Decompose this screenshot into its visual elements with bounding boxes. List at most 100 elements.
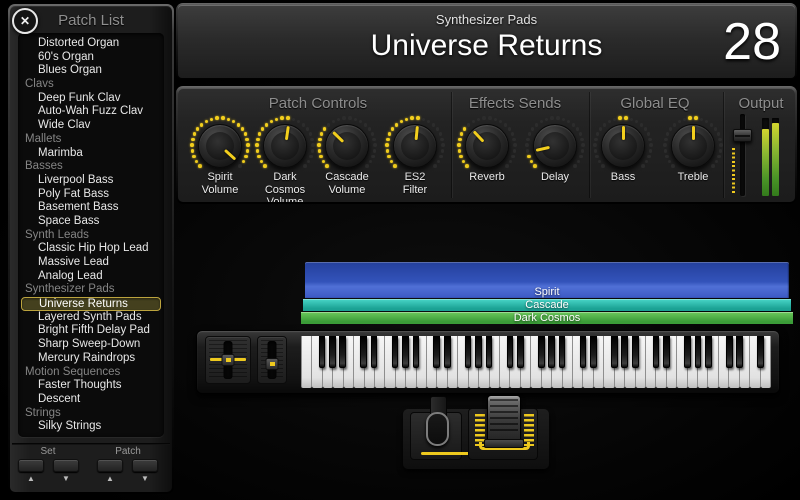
black-key[interactable] [538, 336, 545, 368]
patch-list-category[interactable]: Strings [18, 407, 164, 421]
patch-down-arrow-icon: ▼ [132, 474, 158, 483]
knob-cascade-volume[interactable]: CascadeVolume [314, 113, 380, 196]
black-key[interactable] [402, 336, 409, 368]
black-key[interactable] [371, 336, 378, 368]
layer-label: Dark Cosmos [301, 312, 793, 324]
layer-bar-cascade: Cascade [303, 299, 791, 311]
patch-list-item[interactable]: Massive Lead [18, 256, 164, 270]
black-key[interactable] [684, 336, 691, 368]
patch-list-item[interactable]: Classic Hip Hop Lead [18, 242, 164, 256]
black-key[interactable] [757, 336, 764, 368]
patch-down-button[interactable] [132, 459, 158, 472]
patch-list-item[interactable]: Mercury Raindrops [18, 352, 164, 366]
black-key[interactable] [360, 336, 367, 368]
black-key[interactable] [392, 336, 399, 368]
section-title-global-eq: Global EQ [575, 95, 735, 112]
pitch-thumb[interactable] [222, 354, 235, 366]
meter-fill [762, 129, 769, 196]
set-up-button[interactable] [18, 459, 44, 472]
mainstage-layout: ✕ Patch List Distorted Organ60's OrganBl… [0, 0, 800, 500]
black-key[interactable] [548, 336, 555, 368]
black-key[interactable] [632, 336, 639, 368]
black-key[interactable] [705, 336, 712, 368]
knob-es2-filter[interactable]: ES2Filter [382, 113, 448, 196]
black-key[interactable] [329, 336, 336, 368]
patch-list-item[interactable]: Deep Funk Clav [18, 92, 164, 106]
mod-thumb[interactable] [266, 358, 279, 370]
expression-treadle[interactable] [487, 395, 521, 441]
patch-list-item[interactable]: Space Bass [18, 215, 164, 229]
black-key[interactable] [736, 336, 743, 368]
knob-delay[interactable]: Delay [522, 113, 588, 184]
black-key[interactable] [413, 336, 420, 368]
page-title: Universe Returns [178, 29, 795, 63]
footer-divider [12, 443, 170, 445]
knob-reverb[interactable]: Reverb [454, 113, 520, 184]
patch-list-item[interactable]: 60's Organ [18, 51, 164, 65]
section-title-output: Output [729, 95, 793, 112]
patch-list-category[interactable]: Synthesizer Pads [18, 283, 164, 297]
black-key[interactable] [507, 336, 514, 368]
patch-list-item[interactable]: Poly Fat Bass [18, 188, 164, 202]
black-key[interactable] [590, 336, 597, 368]
patch-list-category[interactable]: Motion Sequences [18, 366, 164, 380]
layer-label: Cascade [303, 299, 791, 311]
black-key[interactable] [653, 336, 660, 368]
patch-list-category[interactable]: Clavs [18, 78, 164, 92]
patch-list-item[interactable]: Distorted Organ [18, 37, 164, 51]
black-key[interactable] [486, 336, 493, 368]
patch-list-item[interactable]: Silky Strings [18, 420, 164, 434]
black-key[interactable] [517, 336, 524, 368]
output-fader-track[interactable] [740, 114, 745, 196]
black-key[interactable] [663, 336, 670, 368]
knob-spirit-volume[interactable]: SpiritVolume [187, 113, 253, 196]
patch-up-arrow-icon: ▲ [97, 474, 123, 483]
black-key[interactable] [611, 336, 618, 368]
patch-list-item[interactable]: Descent [18, 393, 164, 407]
pitch-bend-control[interactable] [205, 336, 251, 384]
patch-list-item[interactable]: Layered Synth Pads [18, 311, 164, 325]
output-fader-cap[interactable] [733, 129, 752, 142]
close-button[interactable]: ✕ [12, 8, 38, 34]
mod-wheel-control[interactable] [257, 336, 287, 384]
black-key[interactable] [475, 336, 482, 368]
section-divider [451, 92, 452, 198]
knob-bass[interactable]: Bass [590, 113, 656, 184]
sustain-pedal-foot[interactable] [426, 412, 449, 446]
black-key[interactable] [444, 336, 451, 368]
black-key[interactable] [726, 336, 733, 368]
patch-list-item[interactable]: Analog Lead [18, 270, 164, 284]
white-key[interactable] [301, 336, 312, 388]
black-key[interactable] [339, 336, 346, 368]
patch-list-item[interactable]: Auto-Wah Fuzz Clav [18, 105, 164, 119]
black-key[interactable] [465, 336, 472, 368]
section-title-effects-sends: Effects Sends [435, 95, 595, 112]
patch-list-panel: Patch List Distorted Organ60's OrganBlue… [8, 4, 174, 494]
patch-list-item[interactable]: Basement Bass [18, 201, 164, 215]
patch-list-item[interactable]: Liverpool Bass [18, 174, 164, 188]
patch-list-item[interactable]: Sharp Sweep-Down [18, 338, 164, 352]
knob-treble[interactable]: Treble [660, 113, 726, 184]
black-key[interactable] [559, 336, 566, 368]
piano-keys[interactable] [301, 336, 771, 388]
knob-dark-cosmos-volume[interactable]: Dark CosmosVolume [252, 113, 318, 202]
patch-list-category[interactable]: Synth Leads [18, 229, 164, 243]
patch-list-item[interactable]: Bright Fifth Delay Pad [18, 324, 164, 338]
patch-list-item[interactable]: Faster Thoughts [18, 379, 164, 393]
mod-thumb-dot [270, 362, 275, 366]
black-key[interactable] [621, 336, 628, 368]
black-key[interactable] [433, 336, 440, 368]
black-key[interactable] [580, 336, 587, 368]
patch-list-category[interactable]: Basses [18, 160, 164, 174]
set-down-arrow-icon: ▼ [53, 474, 79, 483]
black-key[interactable] [695, 336, 702, 368]
patch-list-item[interactable]: Blues Organ [18, 64, 164, 78]
patch-list-item[interactable]: Wide Clav [18, 119, 164, 133]
patch-list-item[interactable]: Universe Returns [21, 297, 161, 311]
patch-up-button[interactable] [97, 459, 123, 472]
patch-list[interactable]: Distorted Organ60's OrganBlues OrganClav… [18, 33, 164, 437]
set-down-button[interactable] [53, 459, 79, 472]
black-key[interactable] [319, 336, 326, 368]
patch-list-item[interactable]: Marimba [18, 147, 164, 161]
patch-list-category[interactable]: Mallets [18, 133, 164, 147]
